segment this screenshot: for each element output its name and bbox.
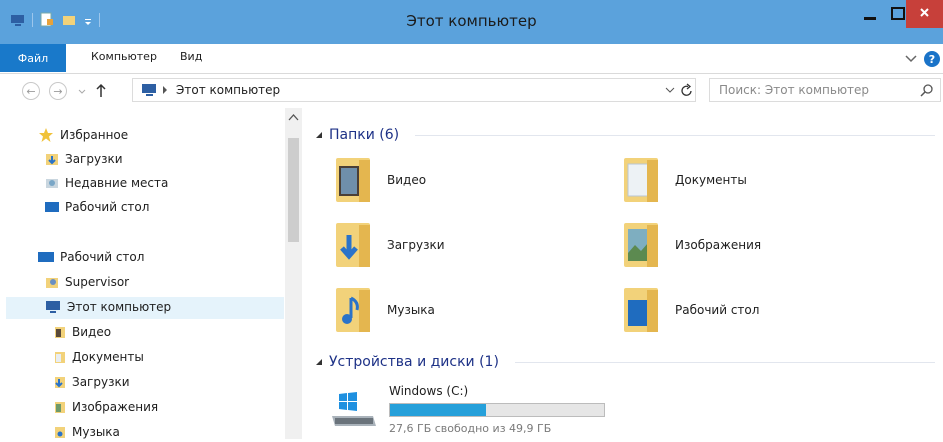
folder-name: Рабочий стол [675,303,760,317]
nav-desktop-label: Рабочий стол [60,250,145,264]
videos-folder-icon [336,158,370,202]
folder-tile-pictures[interactable]: Изображения [621,219,761,271]
address-row: ← → Этот компьютер Поиск: Этот компьютер [0,74,943,108]
documents-folder-icon [55,352,65,363]
star-icon [39,128,53,142]
computer-icon [142,84,156,96]
desktop-icon [38,252,54,262]
back-arrow-icon: ← [26,84,36,98]
nav-item-label: Загрузки [72,375,130,389]
folder-tile-music[interactable]: Музыка [333,284,435,336]
folder-name: Документы [675,173,747,187]
nav-item-videos[interactable]: Видео [54,322,111,342]
nav-item-music[interactable]: Музыка [54,422,120,442]
close-button[interactable] [906,0,943,28]
nav-item-label: Изображения [72,400,159,414]
folder-tile-downloads[interactable]: Загрузки [333,219,445,271]
ribbon: Файл Компьютер Вид ? [0,44,943,74]
nav-item-label: Недавние места [65,176,169,190]
music-folder-icon [336,288,370,332]
nav-item-user[interactable]: Supervisor [45,272,129,292]
downloads-folder-icon [46,154,58,165]
nav-item-label: Документы [72,350,144,364]
nav-item-label: Загрузки [65,152,123,166]
documents-folder-icon [624,158,658,202]
nav-item-label: Supervisor [65,275,130,289]
search-input[interactable]: Поиск: Этот компьютер [709,78,941,102]
nav-favorites-label: Избранное [60,128,129,142]
nav-item-this-pc[interactable]: Этот компьютер [45,297,171,317]
search-placeholder: Поиск: Этот компьютер [719,83,870,97]
group-header-folders[interactable]: Папки (6) [315,127,935,143]
forward-button[interactable]: → [49,82,67,100]
folder-name: Музыка [387,303,435,317]
nav-item-label: Музыка [72,425,120,439]
collapse-triangle-icon [316,359,322,365]
breadcrumb-chevron-icon[interactable] [162,85,168,95]
minimize-button[interactable] [856,2,884,26]
user-folder-icon [46,278,58,288]
tab-file[interactable]: Файл [0,44,66,72]
nav-item-pictures[interactable]: Изображения [54,397,158,417]
nav-item-desktop-fav[interactable]: Рабочий стол [45,197,149,217]
title-bar: Этот компьютер [0,0,943,44]
nav-item-documents[interactable]: Документы [54,347,144,367]
recent-places-icon [46,179,58,188]
folder-tile-videos[interactable]: Видео [333,154,426,206]
drive-usage-fill [390,404,486,416]
breadcrumb[interactable]: Этот компьютер [176,83,280,97]
pictures-folder-icon [55,402,65,413]
folder-tile-desktop[interactable]: Рабочий стол [621,284,759,336]
search-icon[interactable] [920,83,934,97]
tab-view[interactable]: Вид [180,50,202,63]
drive-free-space: 27,6 ГБ свободно из 49,9 ГБ [389,422,552,435]
content-pane: Папки (6) Видео Документы Загрузки Изобр… [303,108,943,439]
pictures-folder-icon [624,223,658,267]
tab-computer[interactable]: Компьютер [91,50,157,63]
chevron-down-icon[interactable] [665,87,675,95]
address-bar[interactable]: Этот компьютер [132,78,696,102]
group-title: Устройства и диски (1) [329,354,499,370]
folder-name: Видео [387,173,427,187]
drive-usage-bar [389,403,605,417]
expand-ribbon-icon[interactable] [904,53,918,65]
nav-scrollbar[interactable] [285,108,302,439]
collapse-triangle-icon [316,132,322,138]
group-title: Папки (6) [329,127,400,143]
desktop-folder-icon [624,288,658,332]
downloads-folder-icon [55,377,65,388]
videos-folder-icon [55,327,65,338]
scroll-up-icon[interactable] [288,114,299,122]
nav-desktop[interactable]: Рабочий стол [38,247,144,267]
window-title: Этот компьютер [406,12,537,30]
downloads-folder-icon [336,223,370,267]
music-folder-icon [55,427,65,438]
folder-tile-documents[interactable]: Документы [621,154,747,206]
nav-item-downloads-pc[interactable]: Загрузки [54,372,130,392]
svg-text:?: ? [929,53,935,66]
scrollbar-thumb[interactable] [288,138,299,242]
nav-item-label: Рабочий стол [65,200,150,214]
up-arrow-icon[interactable] [94,82,108,100]
folder-name: Изображения [675,238,762,252]
minimize-icon [864,17,876,20]
back-button[interactable]: ← [22,82,40,100]
navigation-pane: Избранное Загрузки Недавние места Рабочи… [0,108,302,439]
nav-item-label: Видео [72,325,112,339]
forward-arrow-icon: → [53,84,63,98]
group-header-devices[interactable]: Устройства и диски (1) [315,354,935,370]
desktop-icon [45,202,59,212]
nav-item-label: Этот компьютер [67,300,172,314]
folder-name: Загрузки [387,238,445,252]
refresh-icon[interactable] [679,83,695,99]
recent-locations-icon[interactable] [78,88,86,96]
nav-item-downloads[interactable]: Загрузки [45,149,123,169]
close-icon [920,8,929,17]
nav-item-recent-places[interactable]: Недавние места [45,173,168,193]
computer-icon [46,301,60,313]
nav-favorites[interactable]: Избранное [38,125,128,145]
help-icon[interactable]: ? [923,50,941,68]
windows-drive-icon [332,392,376,426]
drive-name: Windows (C:) [389,384,469,398]
